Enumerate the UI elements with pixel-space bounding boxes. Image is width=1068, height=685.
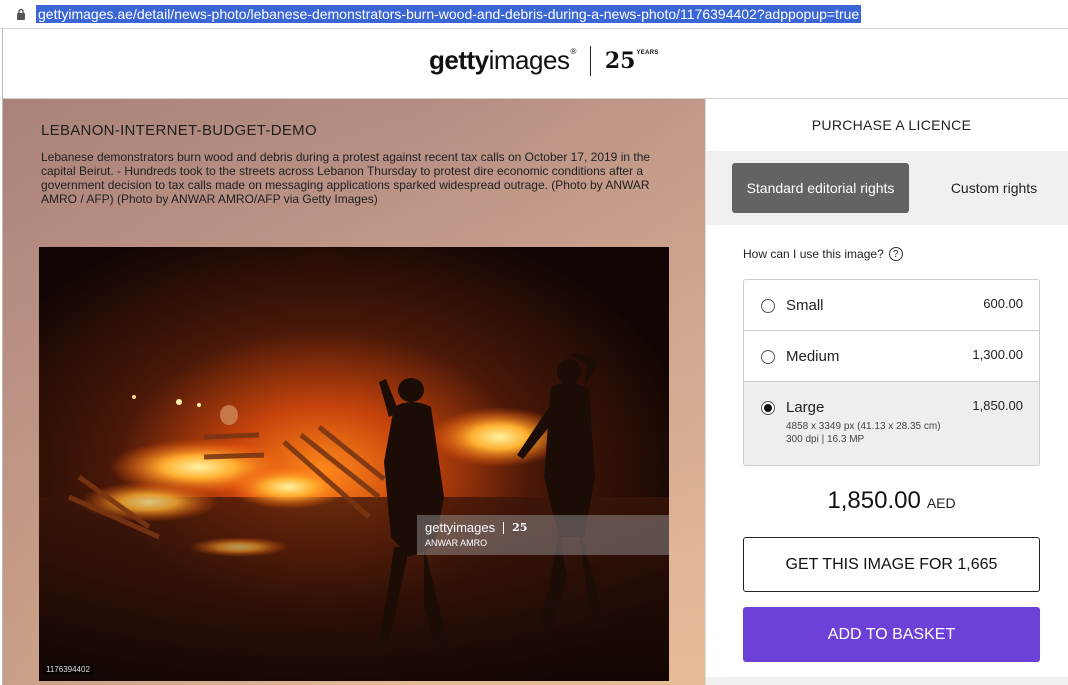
photo-illustration (39, 247, 669, 681)
radio-large[interactable] (761, 401, 775, 415)
logo-divider (589, 45, 591, 76)
size-name: Small (786, 297, 824, 314)
photo-id: 1176394402 (43, 664, 93, 675)
watermark-25: 25 (512, 521, 528, 534)
image-detail-panel: LEBANON-INTERNET-BUDGET-DEMO Lebanese de… (2, 99, 705, 685)
watermark-credit: ANWAR AMRO (425, 538, 488, 548)
size-price: 600.00 (983, 296, 1023, 311)
radio-medium[interactable] (761, 350, 775, 364)
size-price: 1,300.00 (972, 347, 1023, 362)
purchase-title: PURCHASE A LICENCE (811, 117, 972, 133)
usage-question-text: How can I use this image? (743, 247, 884, 261)
size-price: 1,850.00 (972, 398, 1023, 413)
total-currency: AED (926, 495, 956, 511)
watermark-logo: gettyimages (425, 520, 496, 535)
purchase-panel: PURCHASE A LICENCE Standard editorial ri… (705, 99, 1068, 685)
size-options: Small 600.00 Medium 1,300.00 Large 1,850… (743, 279, 1040, 466)
rights-tabs: Standard editorial rights Custom rights (706, 151, 1068, 225)
add-to-basket-button[interactable]: ADD TO BASKET (743, 607, 1040, 662)
logo-wordmark: gettyimages® (429, 45, 576, 75)
size-resolution: 300 dpi | 16.3 MP (786, 434, 865, 445)
help-icon[interactable]: ? (888, 247, 903, 261)
image-title: LEBANON-INTERNET-BUDGET-DEMO (41, 122, 317, 139)
site-header: gettyimages® 25 YEARS (2, 29, 1068, 99)
total-price: 1,850.00 AED (706, 487, 1068, 515)
size-option-small[interactable]: Small 600.00 (744, 280, 1039, 331)
lock-icon (14, 7, 28, 21)
size-dimensions: 4858 x 3349 px (41.13 x 28.35 cm) (786, 421, 941, 432)
news-photo[interactable]: gettyimages 25 ANWAR AMRO 1176394402 (39, 247, 669, 681)
address-bar[interactable]: gettyimages.ae/detail/news-photo/lebanes… (0, 0, 1068, 29)
size-name: Medium (786, 348, 840, 365)
image-caption: Lebanese demonstrators burn wood and deb… (41, 150, 651, 206)
radio-small[interactable] (761, 299, 775, 313)
size-details: 4858 x 3349 px (41.13 x 28.35 cm) 300 dp… (786, 420, 941, 446)
tab-standard-editorial-rights[interactable]: Standard editorial rights (732, 163, 909, 213)
url-text[interactable]: gettyimages.ae/detail/news-photo/lebanes… (36, 5, 862, 23)
anniversary-logo: 25 YEARS (604, 47, 659, 74)
tab-custom-rights[interactable]: Custom rights (949, 163, 1039, 213)
size-option-large[interactable]: Large 1,850.00 4858 x 3349 px (41.13 x 2… (744, 382, 1039, 465)
size-option-medium[interactable]: Medium 1,300.00 (744, 331, 1039, 382)
get-image-button[interactable]: GET THIS IMAGE FOR 1,665 (743, 537, 1040, 592)
usage-question: How can I use this image? ? (743, 247, 903, 261)
photo-watermark: gettyimages 25 ANWAR AMRO (417, 515, 669, 555)
size-name: Large (786, 399, 825, 416)
total-amount: 1,850.00 (827, 487, 921, 514)
gettyimages-logo[interactable]: gettyimages® 25 YEARS (429, 45, 659, 76)
